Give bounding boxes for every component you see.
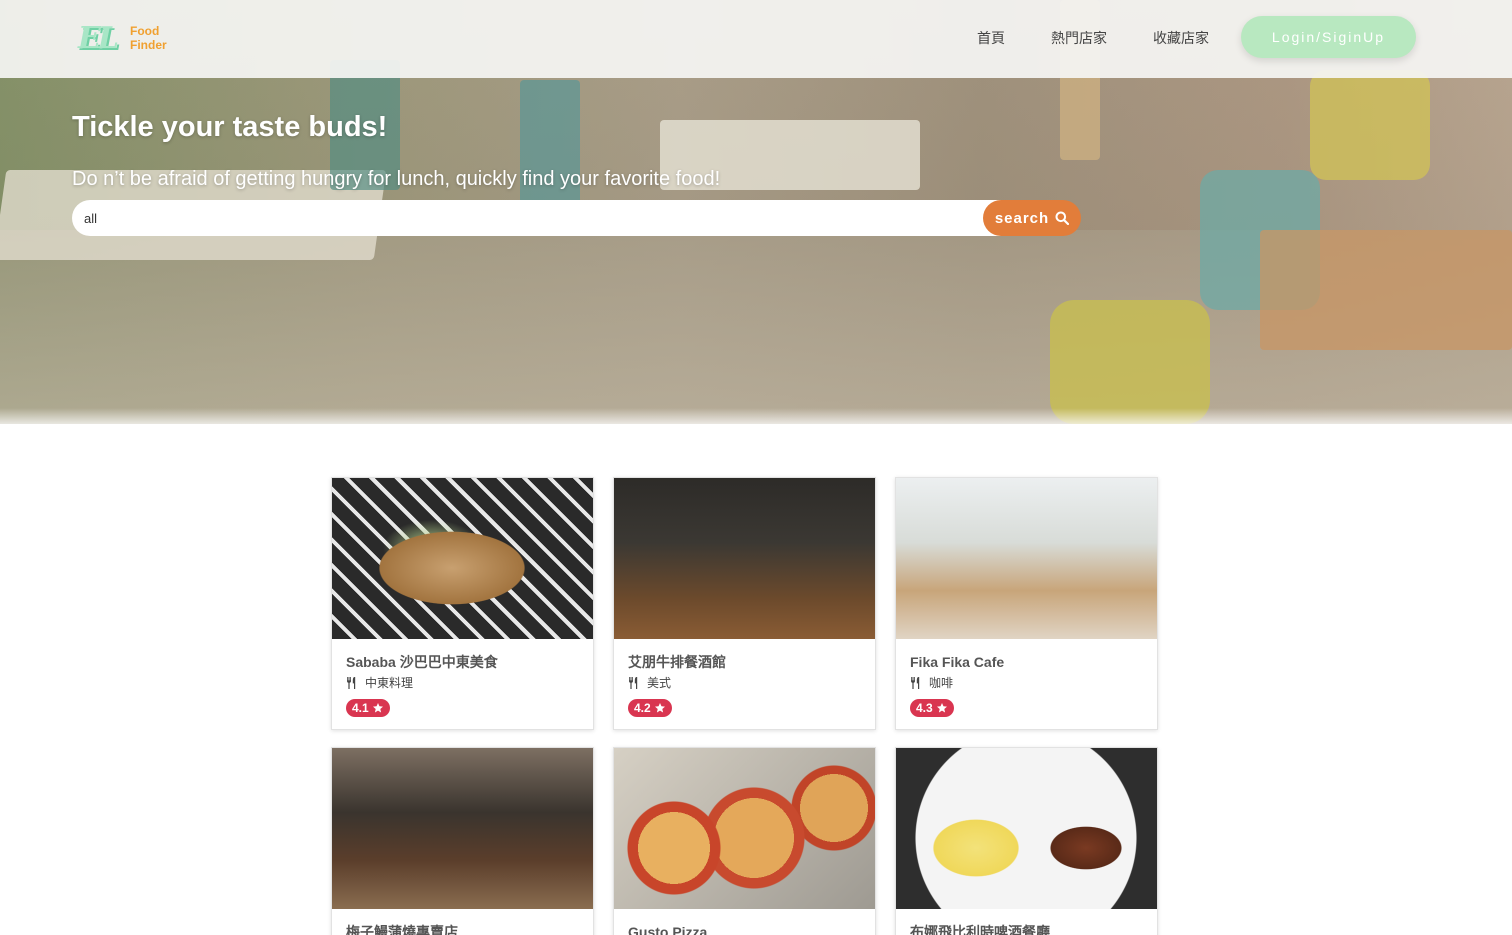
search-icon [1055,211,1070,225]
restaurant-card[interactable]: Fika Fika Cafe 咖啡 4.3 [895,477,1158,730]
rating-badge: 4.3 [910,699,954,717]
restaurant-photo [332,748,593,909]
utensils-icon [347,677,356,689]
restaurant-photo [614,478,875,639]
restaurant-category: 咖啡 [910,675,1143,691]
hero-decoration [1310,70,1430,180]
restaurant-card[interactable]: Sababa 沙巴巴中東美食 中東料理 4.1 [331,477,594,730]
hero-subtitle: Do n’t be afraid of getting hungry for l… [72,168,721,190]
logo-text: Food Finder [130,24,167,52]
search-button[interactable]: search [983,200,1081,236]
restaurant-name: 布娜飛比利時啤酒餐廳 [910,924,1050,935]
logo-text-line2: Finder [130,38,167,52]
login-signup-button[interactable]: Login/SiginUp [1241,16,1416,58]
logo-mark: EL [78,21,119,56]
rating-value: 4.3 [916,701,933,715]
nav-link-popular[interactable]: 熱門店家 [1051,28,1107,48]
restaurant-category: 中東料理 [346,675,579,691]
restaurant-category-label: 美式 [647,676,672,690]
utensils-icon [911,677,920,689]
hero-decoration [1050,300,1210,424]
rating-value: 4.2 [634,701,651,715]
logo-text-line1: Food [130,24,160,38]
navbar: EL Food Finder 首頁 熱門店家 收藏店家 Login/SiginU… [0,0,1512,78]
star-icon [936,703,947,713]
hero-decoration [1260,230,1512,350]
restaurant-category-label: 中東料理 [365,676,414,690]
search-button-label: search [994,209,1050,227]
restaurant-category: 美式 [628,675,861,691]
restaurant-card[interactable]: 艾朋牛排餐酒館 美式 4.2 [613,477,876,730]
restaurant-name: Gusto Pizza [628,924,708,935]
rating-badge: 4.2 [628,699,672,717]
hero-title: Tickle your taste buds! [72,111,388,143]
restaurant-name: 艾朋牛排餐酒館 [628,654,726,670]
restaurant-card[interactable]: 布娜飛比利時啤酒餐廳 [895,747,1158,935]
search-bar: search [72,200,1081,236]
star-icon [654,703,665,713]
utensils-icon [629,677,638,689]
rating-value: 4.1 [352,701,369,715]
restaurant-card[interactable]: Gusto Pizza [613,747,876,935]
nav-links: 首頁 熱門店家 收藏店家 [977,28,1209,48]
restaurant-category-label: 咖啡 [929,676,954,690]
restaurant-photo [614,748,875,909]
restaurant-photo [896,748,1157,909]
restaurant-name: Sababa 沙巴巴中東美食 [346,654,498,670]
rating-badge: 4.1 [346,699,390,717]
site-logo[interactable]: EL Food Finder [78,20,178,60]
star-icon [372,703,383,713]
restaurant-card[interactable]: 梅子鰻蒲燒專賣店 [331,747,594,935]
restaurant-name: Fika Fika Cafe [910,654,1005,670]
search-input[interactable] [72,200,1012,236]
nav-link-favorites[interactable]: 收藏店家 [1153,28,1209,48]
restaurant-name: 梅子鰻蒲燒專賣店 [346,924,458,935]
restaurant-photo [332,478,593,639]
hero-fade [0,408,1512,424]
restaurant-photo [896,478,1157,639]
nav-link-home[interactable]: 首頁 [977,28,1005,48]
